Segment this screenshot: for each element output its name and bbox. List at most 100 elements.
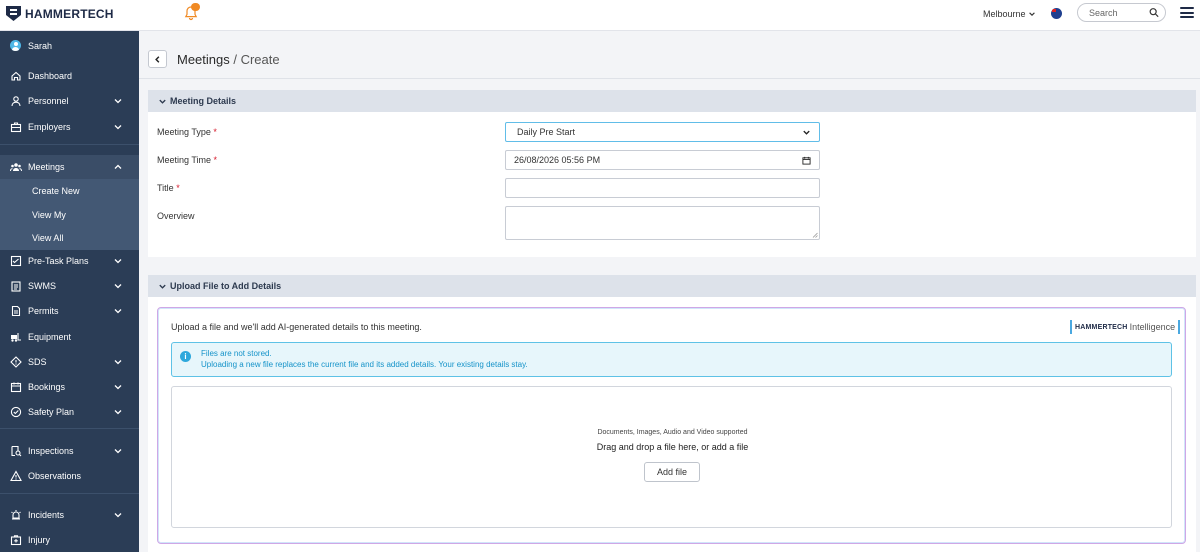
meeting-details-header[interactable]: Meeting Details [148, 90, 1196, 112]
sidebar-subitem-view-all[interactable]: View All [0, 226, 139, 250]
notification-badge [191, 3, 200, 11]
required-mark: * [176, 183, 180, 193]
hazard-diamond-icon [10, 356, 22, 368]
label-text: Title [157, 183, 174, 193]
avatar [10, 40, 21, 51]
sidebar-item-label: Personnel [28, 96, 69, 106]
checklist-icon [10, 255, 22, 267]
people-group-icon [10, 163, 22, 172]
overview-textarea[interactable] [505, 206, 820, 240]
sidebar-item-label: Injury [28, 535, 51, 545]
info-line-2: Uploading a new file replaces the curren… [201, 360, 528, 369]
sidebar-item-swms[interactable]: SWMS [0, 274, 139, 298]
sidebar-item-employers[interactable]: Employers [0, 115, 139, 139]
calendar-icon[interactable] [802, 156, 811, 165]
info-icon: i [180, 351, 191, 362]
label-text: Meeting Time [157, 155, 212, 165]
hammertech-intelligence-logo: HAMMERTECH Intelligence [1070, 320, 1181, 334]
menu-hamburger-icon[interactable] [1180, 7, 1194, 18]
siren-icon [11, 510, 21, 520]
first-aid-icon [10, 535, 22, 546]
chevron-down-icon [114, 513, 122, 518]
home-icon [11, 71, 21, 81]
file-drop-zone[interactable]: Documents, Images, Audio and Video suppo… [171, 386, 1172, 528]
check-circle-icon [10, 406, 22, 418]
sidebar-item-personnel[interactable]: Personnel [0, 89, 139, 113]
meeting-time-value: 26/08/2026 05:56 PM [514, 155, 601, 165]
sidebar-item-bookings[interactable]: Bookings [0, 375, 139, 399]
sidebar-item-incidents[interactable]: Incidents [0, 503, 139, 527]
resize-grip-icon[interactable] [812, 232, 818, 238]
meeting-type-label: Meeting Type * [157, 127, 217, 137]
hammertech-logo-icon [6, 6, 21, 21]
meeting-type-value: Daily Pre Start [517, 127, 576, 137]
add-file-button[interactable]: Add file [644, 462, 700, 482]
upload-file-header[interactable]: Upload File to Add Details [148, 275, 1196, 297]
sidebar-item-label: Bookings [28, 382, 66, 392]
page-header: Meetings / Create [139, 31, 1200, 79]
sidebar-subitem-create-new[interactable]: Create New [0, 179, 139, 203]
ai-intro-text: Upload a file and we'll add AI-generated… [171, 322, 422, 332]
language-flag-icon[interactable] [1051, 8, 1062, 19]
sidebar-item-label: Meetings [28, 162, 65, 172]
required-mark: * [213, 155, 218, 165]
chevron-down-icon [114, 259, 122, 264]
back-button[interactable] [148, 50, 167, 68]
sidebar-item-label: View My [32, 210, 66, 220]
sidebar-item-meetings[interactable]: Meetings [0, 155, 139, 179]
overview-label: Overview [157, 211, 195, 221]
breadcrumb-meetings[interactable]: Meetings [177, 52, 230, 67]
chevron-down-icon [159, 284, 166, 289]
supported-types-text: Documents, Images, Audio and Video suppo… [597, 429, 748, 436]
sidebar-subitem-view-my[interactable]: View My [0, 203, 139, 227]
location-selector[interactable]: Melbourne [983, 9, 1036, 19]
brand-logo[interactable]: HAMMERTECH [6, 6, 114, 21]
chevron-down-icon [159, 99, 166, 104]
drop-instruction-text: Drag and drop a file here, or add a file [596, 442, 749, 452]
sidebar-item-injury[interactable]: Injury [0, 528, 139, 552]
page-title: Meetings / Create [177, 52, 280, 67]
chevron-left-icon [155, 55, 160, 63]
chevron-down-icon [114, 309, 122, 314]
sidebar-item-label: Incidents [28, 510, 65, 520]
chevron-down-icon [114, 125, 122, 130]
sidebar-item-dashboard[interactable]: Dashboard [0, 64, 139, 88]
meeting-type-select[interactable]: Daily Pre Start [505, 122, 820, 142]
search-input[interactable] [1089, 7, 1149, 18]
sidebar-item-label: SWMS [28, 281, 56, 291]
sidebar-item-label: Observations [28, 471, 82, 481]
briefcase-icon [10, 122, 22, 133]
sidebar-item-observations[interactable]: Observations [0, 464, 139, 488]
sidebar-divider [0, 144, 139, 145]
sidebar-item-label: SDS [28, 357, 47, 367]
search-box[interactable] [1077, 3, 1166, 22]
sidebar-item-pre-task-plans[interactable]: Pre-Task Plans [0, 249, 139, 273]
meeting-time-input[interactable]: 26/08/2026 05:56 PM [505, 150, 820, 170]
sidebar-item-label: Permits [28, 306, 59, 316]
chevron-down-icon [114, 99, 122, 104]
sidebar-item-label: Inspections [28, 446, 74, 456]
person-icon [11, 96, 21, 107]
search-icon[interactable] [1149, 7, 1159, 18]
calendar-icon [10, 382, 22, 393]
title-input[interactable] [505, 178, 820, 198]
chevron-down-icon [114, 360, 122, 365]
sidebar-item-safety-plan[interactable]: Safety Plan [0, 400, 139, 424]
sidebar-item-sds[interactable]: SDS [0, 350, 139, 374]
sidebar-item-label: View All [32, 233, 64, 243]
sidebar-item-label: Employers [28, 122, 71, 132]
logo-product-text: Intelligence [1129, 322, 1176, 332]
info-alert: i Files are not stored. Uploading a new … [171, 342, 1172, 377]
chevron-down-icon [803, 130, 810, 135]
location-label: Melbourne [983, 9, 1026, 19]
sidebar-user[interactable]: Sarah [0, 34, 139, 58]
sidebar-divider [0, 493, 139, 494]
sidebar-item-equipment[interactable]: Equipment [0, 325, 139, 349]
title-label: Title * [157, 183, 180, 193]
sidebar-item-permits[interactable]: Permits [0, 299, 139, 323]
sidebar-item-inspections[interactable]: Inspections [0, 439, 139, 463]
section-title: Upload File to Add Details [170, 281, 282, 291]
chevron-up-icon [114, 164, 122, 169]
user-name: Sarah [28, 41, 53, 51]
breadcrumb-separator: / [229, 52, 241, 67]
